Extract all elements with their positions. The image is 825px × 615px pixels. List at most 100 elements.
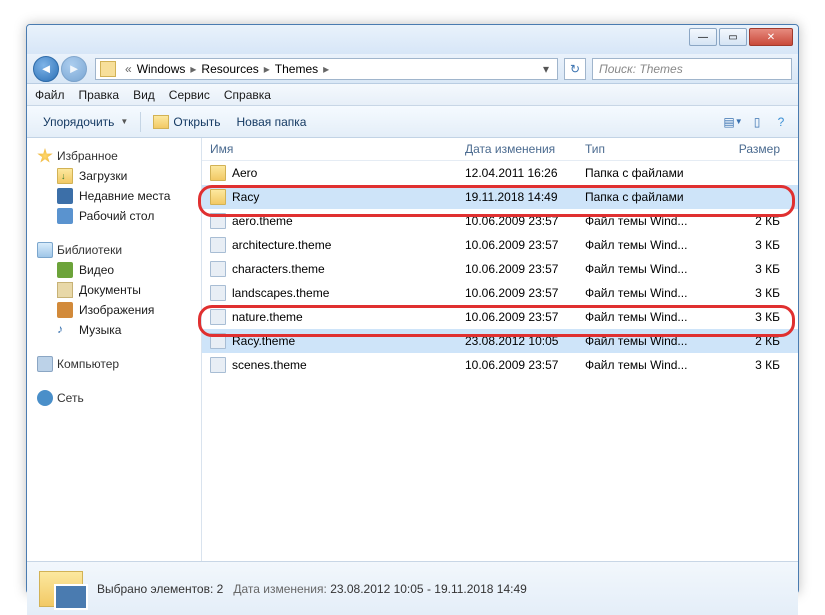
sidebar-item-pictures[interactable]: Изображения [31, 300, 197, 320]
file-name: landscapes.theme [232, 286, 329, 300]
file-name: Racy [232, 190, 259, 204]
file-row[interactable]: aero.theme 10.06.2009 23:57Файл темы Wind… [202, 209, 798, 233]
file-date: 10.06.2009 23:57 [465, 214, 585, 228]
sidebar-favorites[interactable]: Избранное [31, 146, 197, 166]
file-date: 10.06.2009 23:57 [465, 358, 585, 372]
chevron-icon[interactable]: ▸ [185, 62, 201, 76]
back-button[interactable]: ◄ [33, 56, 59, 82]
file-size: 3 КБ [720, 310, 780, 324]
sidebar-computer[interactable]: Компьютер [31, 354, 197, 374]
preview-pane-button[interactable]: ▯ [748, 113, 766, 131]
breadcrumb-item[interactable]: Windows [137, 62, 186, 76]
forward-button[interactable]: ► [61, 56, 87, 82]
chevron-icon[interactable]: ▸ [318, 62, 334, 76]
sidebar-network[interactable]: Сеть [31, 388, 197, 408]
network-icon [37, 390, 53, 406]
sidebar-libraries[interactable]: Библиотеки [31, 240, 197, 260]
menu-view[interactable]: Вид [133, 88, 155, 102]
picture-icon [57, 302, 73, 318]
help-button[interactable]: ? [772, 113, 790, 131]
maximize-button[interactable]: ▭ [719, 28, 747, 46]
file-name: aero.theme [232, 214, 293, 228]
file-date: 23.08.2012 10:05 [465, 334, 585, 348]
file-name: characters.theme [232, 262, 325, 276]
folder-icon [210, 165, 226, 181]
file-date: 19.11.2018 14:49 [465, 190, 585, 204]
file-type: Файл темы Wind... [585, 214, 720, 228]
open-button[interactable]: Открыть [145, 112, 228, 132]
recent-icon [57, 188, 73, 204]
separator [140, 112, 141, 132]
sidebar-item-music[interactable]: ♪Музыка [31, 320, 197, 340]
file-size: 3 КБ [720, 262, 780, 276]
file-row[interactable]: characters.theme 10.06.2009 23:57Файл тем… [202, 257, 798, 281]
open-icon [153, 115, 169, 129]
file-type: Файл темы Wind... [585, 358, 720, 372]
explorer-window: — ▭ ✕ ◄ ► « Windows ▸ Resources ▸ Themes… [26, 24, 799, 594]
file-size: 3 КБ [720, 358, 780, 372]
chevron-icon[interactable]: ▸ [259, 62, 275, 76]
new-folder-button[interactable]: Новая папка [228, 112, 314, 132]
themefile-icon [210, 213, 226, 229]
file-name: nature.theme [232, 310, 303, 324]
star-icon [37, 148, 53, 164]
search-input[interactable]: Поиск: Themes [592, 58, 792, 80]
file-row[interactable]: landscapes.theme10.06.2009 23:57Файл тем… [202, 281, 798, 305]
downloads-icon [57, 168, 73, 184]
music-icon: ♪ [57, 322, 73, 338]
statusbar: Выбрано элементов: 2 Дата изменения: 23.… [27, 561, 798, 615]
file-row[interactable]: Racy.theme 23.08.2012 10:05Файл темы Wind… [202, 329, 798, 353]
column-size[interactable]: Размер [720, 142, 780, 156]
file-name: Racy.theme [232, 334, 295, 348]
menubar: Файл Правка Вид Сервис Справка [27, 84, 798, 106]
libraries-icon [37, 242, 53, 258]
column-name[interactable]: Имя [210, 142, 465, 156]
sidebar-item-documents[interactable]: Документы [31, 280, 197, 300]
file-size: 2 КБ [720, 214, 780, 228]
menu-help[interactable]: Справка [224, 88, 271, 102]
file-row[interactable]: architecture.theme10.06.2009 23:57Файл т… [202, 233, 798, 257]
column-date[interactable]: Дата изменения [465, 142, 585, 156]
file-name: scenes.theme [232, 358, 307, 372]
view-options-button[interactable]: ▤▼ [724, 113, 742, 131]
close-button[interactable]: ✕ [749, 28, 793, 46]
folder-icon [100, 61, 116, 77]
navigation-sidebar: Избранное Загрузки Недавние места Рабочи… [27, 138, 202, 561]
chevron-down-icon: ▼ [120, 117, 128, 126]
address-drop-icon[interactable]: ▾ [539, 62, 553, 76]
themefile-icon [210, 309, 226, 325]
computer-icon [37, 356, 53, 372]
desktop-icon [57, 208, 73, 224]
refresh-button[interactable]: ↻ [564, 58, 586, 80]
menu-edit[interactable]: Правка [79, 88, 120, 102]
file-size: 3 КБ [720, 286, 780, 300]
file-row[interactable]: Aero12.04.2011 16:26Папка с файлами [202, 161, 798, 185]
themefile-icon [210, 285, 226, 301]
file-type: Файл темы Wind... [585, 262, 720, 276]
organize-button[interactable]: Упорядочить▼ [35, 112, 136, 132]
menu-file[interactable]: Файл [35, 88, 65, 102]
file-date: 10.06.2009 23:57 [465, 262, 585, 276]
status-date-value: 23.08.2012 10:05 - 19.11.2018 14:49 [330, 582, 527, 596]
menu-tools[interactable]: Сервис [169, 88, 210, 102]
file-row[interactable]: nature.theme10.06.2009 23:57Файл темы Wi… [202, 305, 798, 329]
file-type: Файл темы Wind... [585, 286, 720, 300]
folder-icon [210, 189, 226, 205]
file-date: 12.04.2011 16:26 [465, 166, 585, 180]
column-type[interactable]: Тип [585, 142, 720, 156]
themefile-icon [210, 333, 226, 349]
video-icon [57, 262, 73, 278]
file-row[interactable]: scenes.theme 10.06.2009 23:57Файл темы Wi… [202, 353, 798, 377]
titlebar: — ▭ ✕ [27, 25, 798, 54]
sidebar-item-recent[interactable]: Недавние места [31, 186, 197, 206]
minimize-button[interactable]: — [689, 28, 717, 46]
sidebar-item-desktop[interactable]: Рабочий стол [31, 206, 197, 226]
file-row[interactable]: Racy19.11.2018 14:49Папка с файлами [202, 185, 798, 209]
file-type: Файл темы Wind... [585, 334, 720, 348]
sidebar-item-videos[interactable]: Видео [31, 260, 197, 280]
sidebar-item-downloads[interactable]: Загрузки [31, 166, 197, 186]
chevron-icon[interactable]: « [120, 62, 137, 76]
breadcrumb-item[interactable]: Resources [201, 62, 258, 76]
address-bar[interactable]: « Windows ▸ Resources ▸ Themes ▸ ▾ [95, 58, 558, 80]
breadcrumb-item[interactable]: Themes [275, 62, 318, 76]
